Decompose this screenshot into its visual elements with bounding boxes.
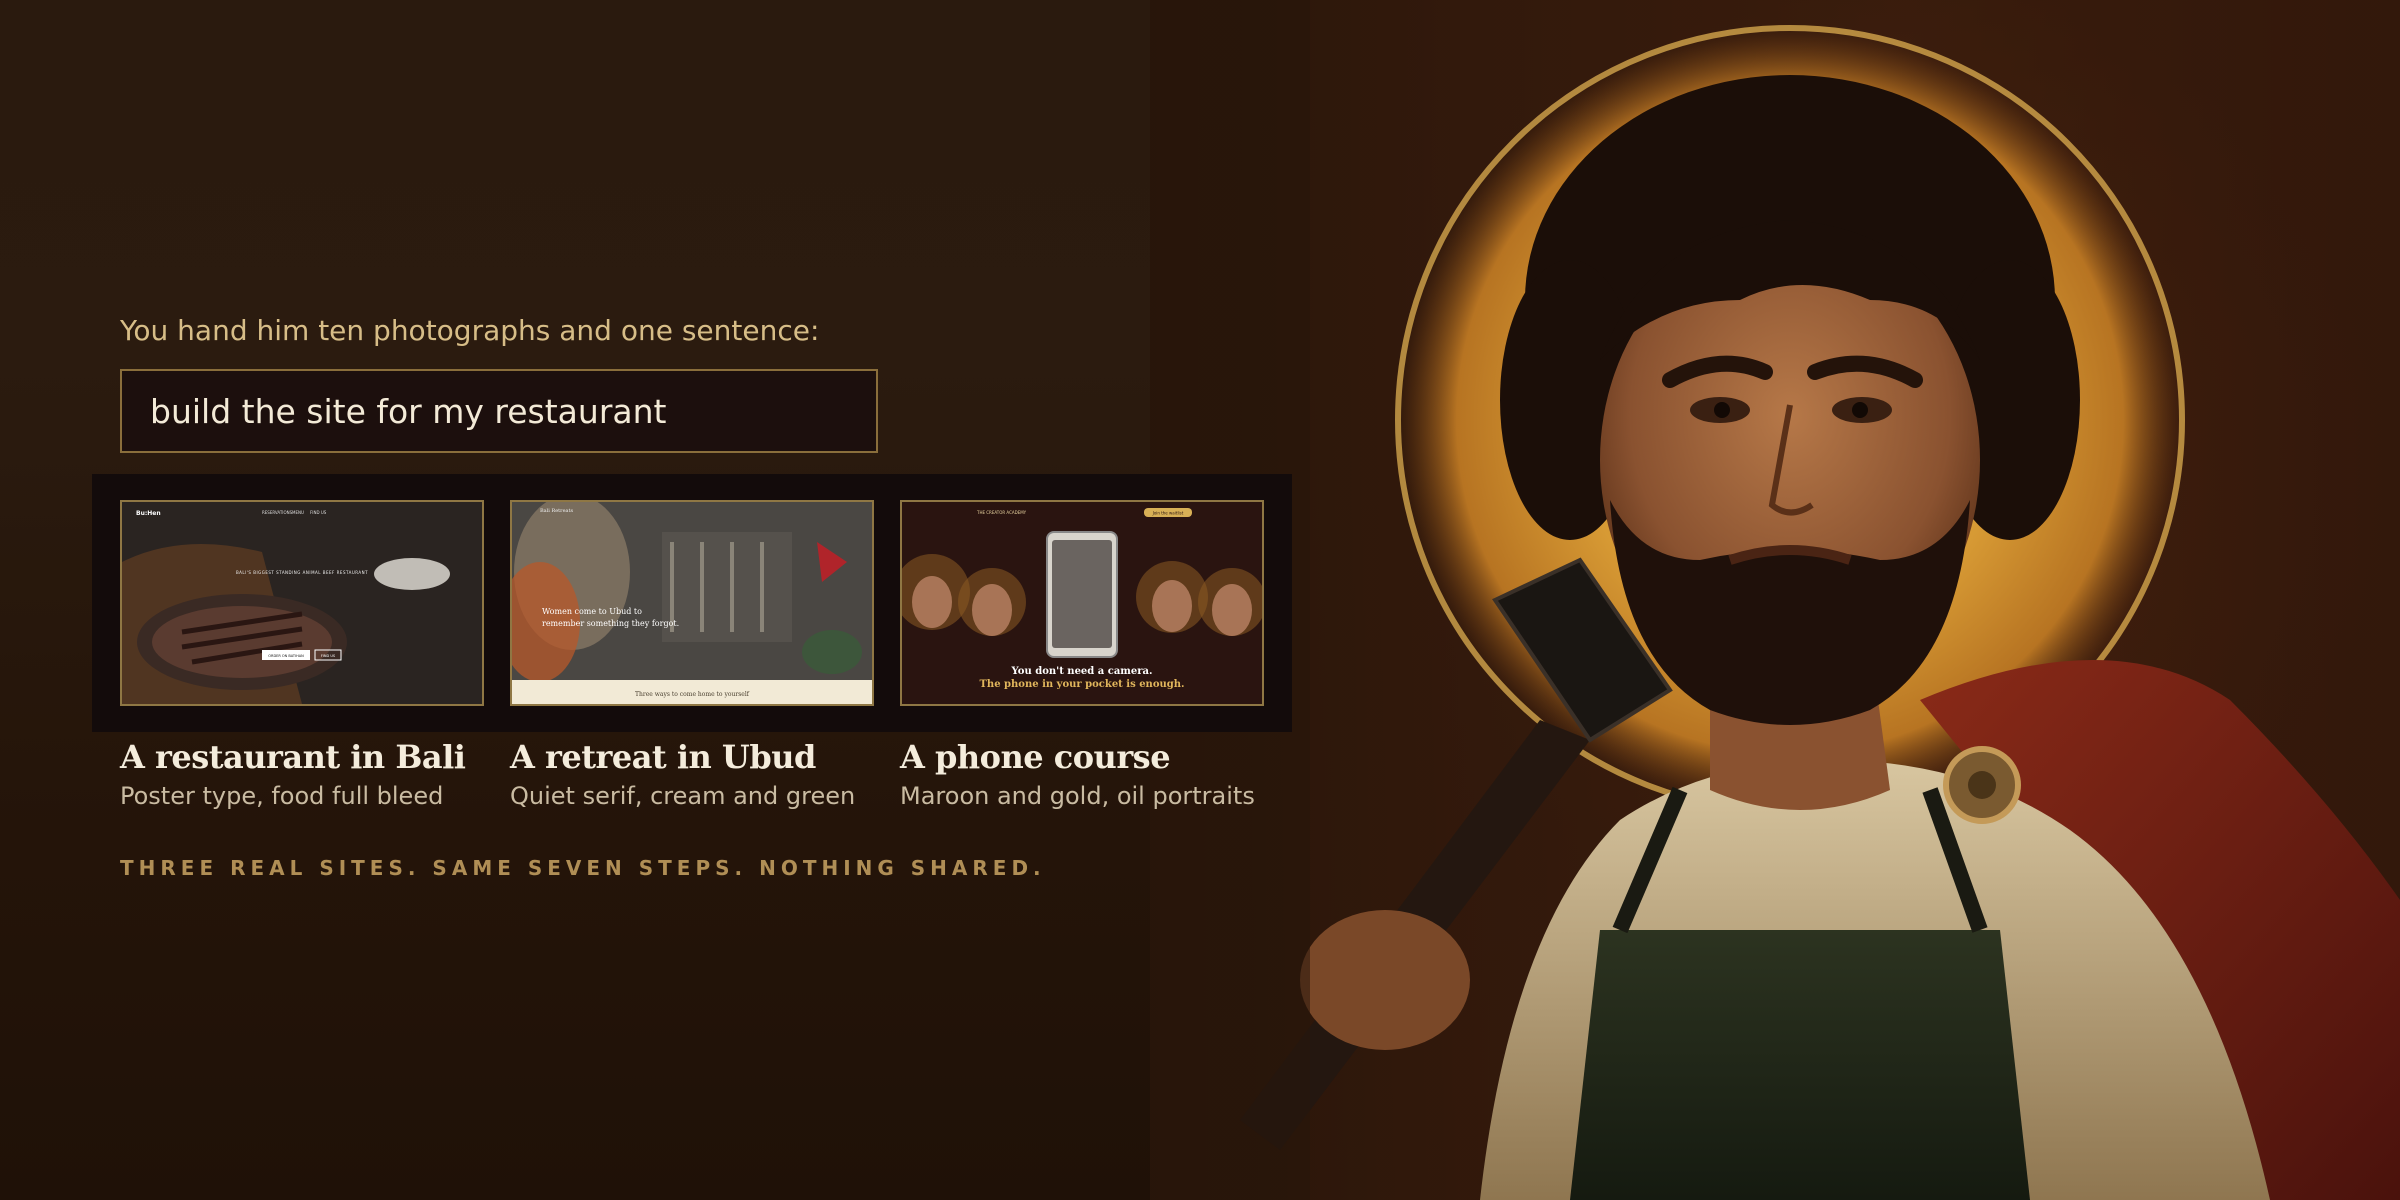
preview-subline: The phone in your pocket is enough. (979, 679, 1184, 690)
preview-logo: Bu:Hen (136, 510, 161, 517)
card-title-retreat[interactable]: A retreat in Ubud (510, 738, 816, 776)
footer-tagline: THREE REAL SITES. SAME SEVEN STEPS. NOTH… (120, 856, 1046, 880)
intro-text: You hand him ten photographs and one sen… (120, 314, 820, 347)
preview-headline: Women come to Ubud to (542, 607, 642, 616)
preview-button: ORDER ON BATIHAN (268, 654, 304, 658)
card-title-phone-course[interactable]: A phone course (900, 738, 1171, 776)
card-subtitle-retreat: Quiet serif, cream and green (510, 782, 856, 810)
preview-nav-item: RESERVATIONS (262, 510, 293, 515)
preview-logo: THE CREATOR ACADEMY (976, 510, 1027, 515)
leather-apron (1570, 930, 2030, 1200)
preview-footer: Three ways to come home to yourself (635, 691, 750, 698)
portrait (912, 576, 952, 628)
phone-course-site-preview[interactable]: THE CREATOR ACADEMY Join the waitlist Yo… (900, 500, 1264, 706)
prompt-text: build the site for my restaurant (150, 391, 667, 431)
preview-nav-item: MENU (292, 510, 304, 515)
card-subtitle-phone-course: Maroon and gold, oil portraits (900, 782, 1255, 810)
thumbnail-strip: Bu:Hen RESERVATIONS MENU FIND US BALI'S … (92, 474, 1292, 732)
preview-cta: Join the waitlist (1152, 511, 1184, 516)
retreat-site-preview[interactable]: Bali Retreats Women come to Ubud to reme… (510, 500, 874, 706)
card-title-restaurant[interactable]: A restaurant in Bali (120, 738, 466, 776)
preview-headline: BALI'S BIGGEST STANDING ANIMAL BEEF REST… (236, 570, 368, 575)
prompt-input[interactable]: build the site for my restaurant (120, 369, 878, 453)
restaurant-site-preview[interactable]: Bu:Hen RESERVATIONS MENU FIND US BALI'S … (120, 500, 484, 706)
saint-painting (1150, 0, 2400, 1200)
preview-button: FIND US (321, 654, 336, 658)
hand (1300, 910, 1470, 1050)
preview-logo: Bali Retreats (540, 508, 574, 514)
preview-nav-item: FIND US (310, 510, 327, 515)
preview-headline: remember something they forgot. (542, 619, 679, 628)
card-subtitle-restaurant: Poster type, food full bleed (120, 782, 444, 810)
preview-headline: You don't need a camera. (1011, 666, 1153, 677)
